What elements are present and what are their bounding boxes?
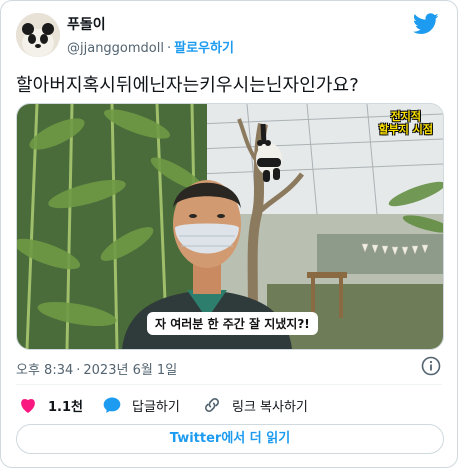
copy-link-button[interactable]: 링크 복사하기 — [202, 395, 308, 415]
corner-badge-line2: 할부지 시점 — [378, 123, 433, 136]
info-icon[interactable] — [421, 356, 441, 376]
tweet-date: 2023년 6월 1일 — [83, 363, 178, 378]
copy-link-label: 링크 복사하기 — [232, 399, 308, 415]
video-caption: 자 여러분 한 주간 잘 지냈지?! — [147, 312, 318, 335]
link-icon — [205, 398, 219, 412]
tweet-actions: 1.1천 답글하기 링크 복사하기 — [16, 395, 442, 419]
tweet-video-media[interactable]: 전지적 할부지 시점 자 여러분 한 주간 잘 지냈지?! — [16, 103, 444, 350]
read-more-button[interactable]: Twitter에서 더 읽기 — [16, 424, 444, 454]
speech-bubble-icon — [103, 397, 121, 413]
like-count: 1.1천 — [48, 399, 83, 415]
tweet-text: 할아버지혹시뒤에닌자는키우시는닌자인가요? — [16, 75, 359, 96]
heart-icon — [21, 399, 35, 413]
corner-badge-line1: 전지적 — [390, 110, 421, 123]
user-handle[interactable]: @jjanggomdoll — [67, 41, 164, 56]
avatar[interactable] — [16, 13, 60, 57]
twitter-bird-icon[interactable] — [413, 13, 439, 35]
tweet-timestamp[interactable]: 오후 8:34 · 2023년 6월 1일 — [16, 359, 177, 378]
handle-separator: · — [166, 41, 172, 56]
tweet-card: 푸돌이 @jjanggomdoll · 팔로우하기 할아버지혹시뒤에닌자는키우시는닌… — [0, 0, 458, 468]
reply-label: 답글하기 — [132, 399, 180, 415]
divider — [16, 384, 442, 385]
reply-button[interactable]: 답글하기 — [102, 395, 180, 415]
video-corner-badge: 전지적 할부지 시점 — [379, 110, 433, 136]
follow-button[interactable]: 팔로우하기 — [174, 41, 234, 56]
tweet-time: 오후 8:34 — [16, 363, 74, 378]
display-name[interactable]: 푸돌이 — [67, 14, 106, 34]
meta-separator: · — [76, 363, 81, 378]
like-button[interactable]: 1.1천 — [18, 395, 83, 415]
avatar-panda-image — [16, 13, 60, 57]
handle-row: @jjanggomdoll · 팔로우하기 — [67, 37, 234, 56]
